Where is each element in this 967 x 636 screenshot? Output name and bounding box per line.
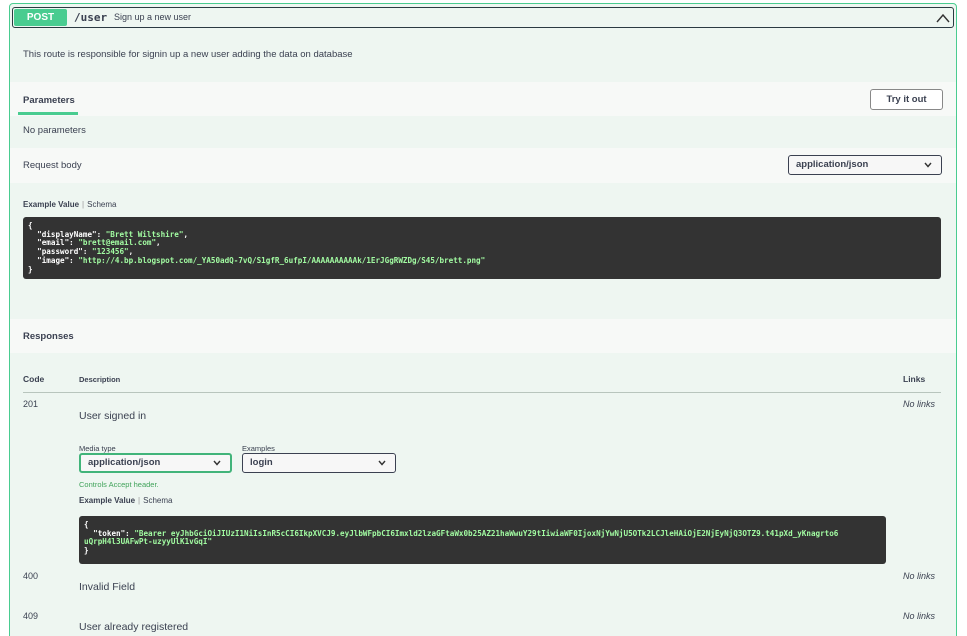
controls-accept-header-text: Controls Accept header.	[79, 480, 159, 489]
code-line: "email": "brett@email.com",	[28, 239, 936, 248]
request-example-code: { "displayName": "Brett Wiltshire", "ema…	[23, 217, 941, 279]
col-description-header: Description	[79, 375, 121, 384]
code-pre	[28, 256, 37, 265]
table-header-divider	[23, 392, 941, 393]
request-content-type-value: application/json	[796, 159, 869, 170]
response-schema-tab[interactable]: Schema	[143, 496, 172, 505]
response-links-201: No links	[903, 399, 936, 409]
code-val: "123456"	[92, 247, 129, 257]
code-line: uQrpH4l3UAFwPt-uzyyUlK1vGqI"	[84, 538, 881, 547]
code-pre	[28, 230, 37, 239]
parameters-tab-underline	[18, 112, 78, 115]
code-pre: {	[84, 520, 89, 529]
code-post: ,	[156, 238, 161, 248]
operation-block-post-user: POST /user Sign up a new user This route…	[9, 3, 957, 636]
code-key: "password":	[37, 247, 93, 257]
examples-label: Examples	[242, 444, 275, 453]
code-val: "http://4.bp.blogspot.com/_YA50adQ-7vQ/S…	[78, 255, 486, 265]
response-example-tabs: Example Value | Schema	[79, 496, 173, 505]
code-line: }	[28, 264, 936, 275]
code-pre	[28, 247, 37, 256]
examples-select-value: login	[250, 457, 273, 468]
code-line: "image": "http://4.bp.blogspot.com/_YA50…	[28, 255, 936, 266]
response-media-type-select[interactable]: application/json	[79, 453, 232, 473]
examples-select[interactable]: login	[242, 453, 396, 473]
code-pre: {	[28, 221, 33, 230]
parameters-tab[interactable]: Parameters	[23, 95, 75, 106]
response-example-code: { "token": "Bearer eyJhbGciOiJIUzI1NiIsI…	[79, 516, 886, 564]
chevron-down-icon	[213, 460, 221, 466]
response-links-400: No links	[903, 571, 936, 581]
response-description-201: User signed in	[79, 410, 147, 422]
response-code-409: 409	[23, 611, 39, 621]
code-post: ,	[128, 247, 134, 257]
code-key: "image":	[37, 255, 79, 265]
response-code-201: 201	[23, 399, 39, 409]
request-content-type-select[interactable]: application/json	[788, 155, 942, 175]
code-key: "email":	[37, 238, 79, 248]
chevron-up-icon[interactable]	[936, 12, 950, 24]
request-body-label: Request body	[23, 160, 82, 171]
response-description-400: Invalid Field	[79, 581, 136, 593]
media-type-label: Media type	[79, 444, 116, 453]
code-pre	[84, 529, 93, 538]
col-links-header: Links	[903, 374, 926, 384]
response-example-value-tab[interactable]: Example Value	[79, 496, 135, 505]
operation-summary-description: Sign up a new user	[114, 12, 192, 22]
operation-description: This route is responsible for signin up …	[23, 49, 353, 60]
code-line: }	[84, 546, 881, 556]
code-pre	[28, 238, 37, 247]
response-links-409: No links	[903, 611, 936, 621]
code-val: "brett@email.com"	[78, 238, 157, 248]
code-key: "displayName":	[37, 229, 106, 239]
code-key: "token":	[93, 528, 135, 538]
request-body-header: Request body application/json	[10, 148, 956, 183]
request-example-value-tab[interactable]: Example Value	[23, 200, 79, 209]
response-media-type-value: application/json	[88, 457, 161, 468]
code-val: uQrpH4l3UAFwPt-uzyyUlK1vGqI"	[84, 537, 213, 547]
col-code-header: Code	[23, 374, 45, 384]
code-line: "displayName": "Brett Wiltshire",	[28, 229, 936, 240]
parameters-header: Parameters Try it out	[10, 82, 956, 116]
chevron-down-icon	[924, 162, 932, 168]
operation-path: /user	[74, 11, 108, 24]
code-post: ,	[183, 229, 189, 239]
response-description-409: User already registered	[79, 621, 189, 633]
code-pre: }	[84, 546, 89, 556]
responses-header: Responses	[10, 319, 956, 353]
no-parameters-text: No parameters	[23, 125, 86, 136]
try-it-out-button[interactable]: Try it out	[870, 89, 943, 110]
method-badge: POST	[14, 9, 67, 26]
request-schema-tab[interactable]: Schema	[87, 200, 116, 209]
responses-title: Responses	[23, 331, 74, 342]
code-pre: }	[28, 264, 33, 274]
code-val: "Brett Wiltshire"	[105, 229, 184, 239]
response-code-400: 400	[23, 571, 39, 581]
code-val: "Bearer eyJhbGciOiJIUzI1NiIsInR5cCI6IkpX…	[134, 528, 839, 538]
operation-summary[interactable]: POST /user Sign up a new user	[12, 7, 954, 28]
chevron-down-icon	[378, 460, 386, 466]
request-example-tabs: Example Value | Schema	[23, 200, 117, 209]
